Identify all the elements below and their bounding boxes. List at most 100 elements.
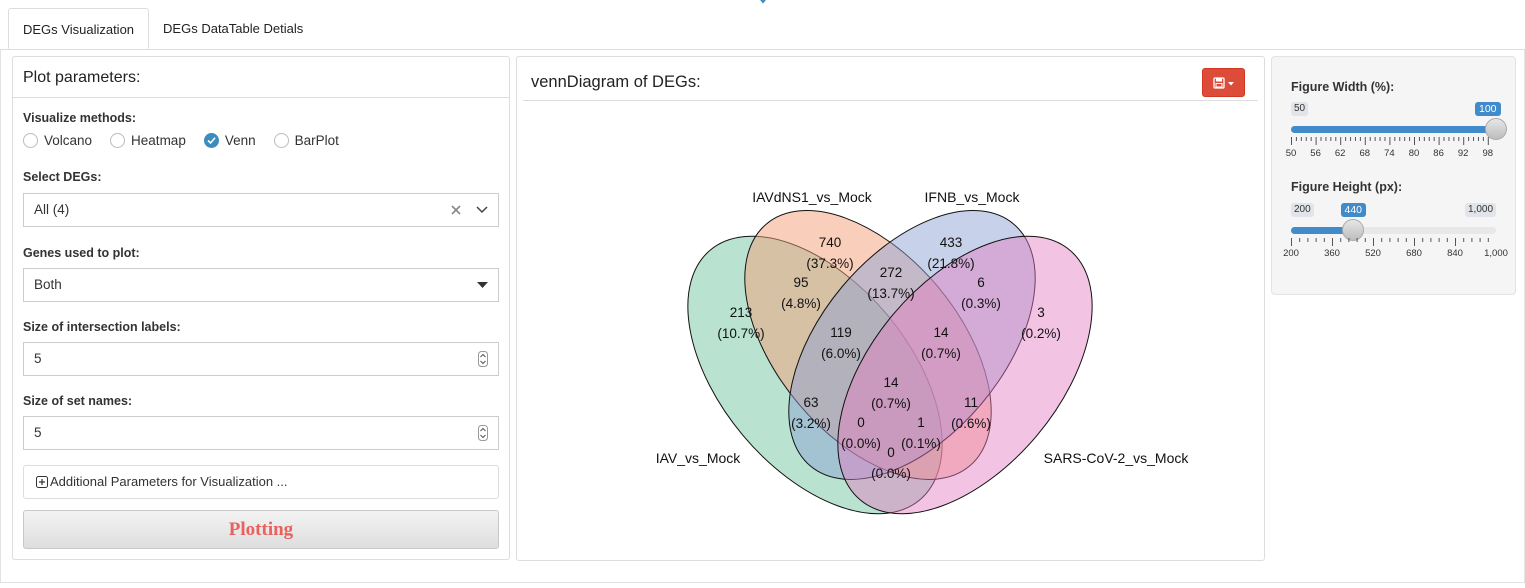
tab-bar: DEGs Visualization DEGs DataTable Detial… — [8, 8, 317, 49]
set-names-size-input[interactable]: 5 — [23, 416, 499, 450]
venn-region-pct: (0.0%) — [871, 466, 911, 481]
slider-tick-label: 1,000 — [1484, 248, 1508, 259]
radio-label: BarPlot — [294, 133, 339, 148]
checkmark-icon — [207, 137, 216, 145]
figure-height-min: 200 — [1291, 203, 1314, 217]
plotting-button[interactable]: Plotting — [23, 510, 499, 549]
venn-region-count: 119 — [830, 325, 852, 340]
radio-label: Venn — [224, 133, 256, 148]
venn-region-count: 95 — [793, 275, 808, 290]
clear-icon[interactable] — [450, 204, 462, 216]
intersection-size-value: 5 — [34, 351, 42, 366]
intersection-size-label: Size of intersection labels: — [23, 320, 181, 334]
save-plot-dropdown-button[interactable] — [1202, 68, 1245, 97]
slider-tick-label: 92 — [1457, 148, 1469, 159]
radio-circle[interactable] — [110, 133, 126, 148]
slider-tick-label: 200 — [1283, 248, 1299, 259]
venn-region-count: 0 — [857, 415, 865, 430]
figure-width-label: Figure Width (%): — [1291, 80, 1395, 94]
venn-region-pct: (0.1%) — [901, 436, 941, 451]
plot-parameters-panel: Plot parameters: Visualize methods: Volc… — [12, 56, 510, 560]
venn-region-pct: (0.2%) — [1021, 326, 1061, 341]
venn-region-pct: (13.7%) — [867, 286, 914, 301]
number-stepper-icon[interactable] — [478, 425, 488, 441]
venn-set-name-sars: SARS-CoV-2_vs_Mock — [1044, 450, 1190, 466]
venn-region-count: 63 — [803, 395, 818, 410]
figure-width-slider-track[interactable] — [1291, 126, 1496, 133]
genes-used-label: Genes used to plot: — [23, 246, 140, 260]
slider-tick-label: 680 — [1406, 248, 1422, 259]
venn-region-pct: (37.3%) — [806, 256, 853, 271]
venn-set-name-iavdns1: IAVdNS1_vs_Mock — [752, 189, 873, 205]
additional-parameters-toggle[interactable]: Additional Parameters for Visualization … — [23, 465, 499, 499]
slider-tick-label: 80 — [1408, 148, 1420, 159]
intersection-size-input[interactable]: 5 — [23, 342, 499, 376]
figure-width-slider-fill — [1291, 126, 1496, 133]
slider-tick-label: 68 — [1359, 148, 1371, 159]
figure-height-value: 440 — [1340, 203, 1367, 217]
chevron-down-icon[interactable] — [476, 206, 488, 214]
additional-parameters-label: Additional Parameters for Visualization … — [50, 474, 288, 489]
tab-degs-visualization[interactable]: DEGs Visualization — [8, 8, 150, 49]
figure-height-max: 1,000 — [1465, 203, 1497, 217]
venn-region-count: 0 — [887, 445, 895, 460]
radio-circle-checked[interactable] — [203, 133, 219, 148]
slider-tick-label: 98 — [1482, 148, 1494, 159]
venn-region-count: 14 — [933, 325, 949, 340]
figure-width-ticks — [1291, 137, 1489, 145]
venn-region-pct: (4.8%) — [781, 296, 821, 311]
radio-heatmap[interactable]: Heatmap — [110, 133, 186, 148]
chevron-down-icon — [760, 0, 766, 4]
venn-region-count: 1 — [917, 415, 925, 430]
venn-region-pct: (0.7%) — [921, 346, 961, 361]
slider-tick-label: 840 — [1447, 248, 1463, 259]
panel-title: Plot parameters: — [13, 57, 509, 98]
radio-venn[interactable]: Venn — [203, 133, 256, 148]
venn-region-pct: (6.0%) — [821, 346, 861, 361]
venn-region-pct: (0.7%) — [871, 396, 911, 411]
radio-barplot[interactable]: BarPlot — [273, 133, 339, 148]
radio-label: Volcano — [44, 133, 93, 148]
visualize-methods-label: Visualize methods: — [23, 111, 136, 125]
venn-region-count: 740 — [819, 235, 842, 250]
figure-width-min: 50 — [1291, 102, 1309, 116]
slider-tick-label: 74 — [1384, 148, 1395, 159]
figure-height-slider-track[interactable] — [1291, 227, 1496, 234]
select-degs-label: Select DEGs: — [23, 170, 102, 184]
caret-down-icon[interactable] — [477, 281, 488, 289]
venn-region-count: 14 — [883, 375, 899, 390]
genes-used-value: Both — [34, 277, 62, 292]
venn-region-count: 3 — [1037, 305, 1045, 320]
select-degs-value: All (4) — [34, 202, 70, 217]
slider-tick-label: 50 — [1285, 148, 1297, 159]
venn-diagram-panel: vennDiagram of DEGs: IAVdNS1_vs_Mock IFN… — [516, 56, 1265, 561]
venn-region-count: 213 — [730, 305, 753, 320]
venn-region-pct: (0.6%) — [951, 416, 991, 431]
visualize-methods-radio-group: Volcano Heatmap Venn BarPlot — [23, 133, 357, 148]
tab-degs-datatable-details[interactable]: DEGs DataTable Detials — [149, 8, 317, 49]
slider-tick-label: 360 — [1324, 248, 1340, 259]
venn-region-pct: (10.7%) — [717, 326, 764, 341]
venn-region-pct: (21.8%) — [927, 256, 974, 271]
genes-used-select[interactable]: Both — [23, 268, 499, 302]
venn-diagram: IAVdNS1_vs_Mock IFNB_vs_Mock IAV_vs_Mock… — [656, 189, 1190, 515]
select-degs-dropdown[interactable]: All (4) — [23, 193, 499, 227]
figure-height-ticks — [1291, 238, 1489, 246]
radio-circle[interactable] — [273, 133, 289, 148]
figure-height-label: Figure Height (px): — [1291, 180, 1403, 194]
set-names-size-label: Size of set names: — [23, 394, 133, 408]
radio-circle[interactable] — [23, 133, 38, 148]
slider-tick-label: 520 — [1365, 248, 1381, 259]
venn-set-name-ifnb: IFNB_vs_Mock — [925, 189, 1021, 205]
figure-width-value: 100 — [1475, 102, 1501, 116]
number-stepper-icon[interactable] — [478, 351, 488, 367]
plus-square-icon — [36, 476, 48, 488]
set-names-size-value: 5 — [34, 425, 42, 440]
venn-set-name-iav: IAV_vs_Mock — [656, 450, 742, 466]
radio-volcano[interactable]: Volcano — [23, 133, 92, 148]
venn-panel-title: vennDiagram of DEGs: — [531, 73, 701, 91]
radio-label: Heatmap — [131, 133, 186, 148]
venn-region-count: 6 — [977, 275, 985, 290]
venn-region-count: 11 — [964, 395, 978, 410]
venn-region-pct: (0.3%) — [961, 296, 1001, 311]
